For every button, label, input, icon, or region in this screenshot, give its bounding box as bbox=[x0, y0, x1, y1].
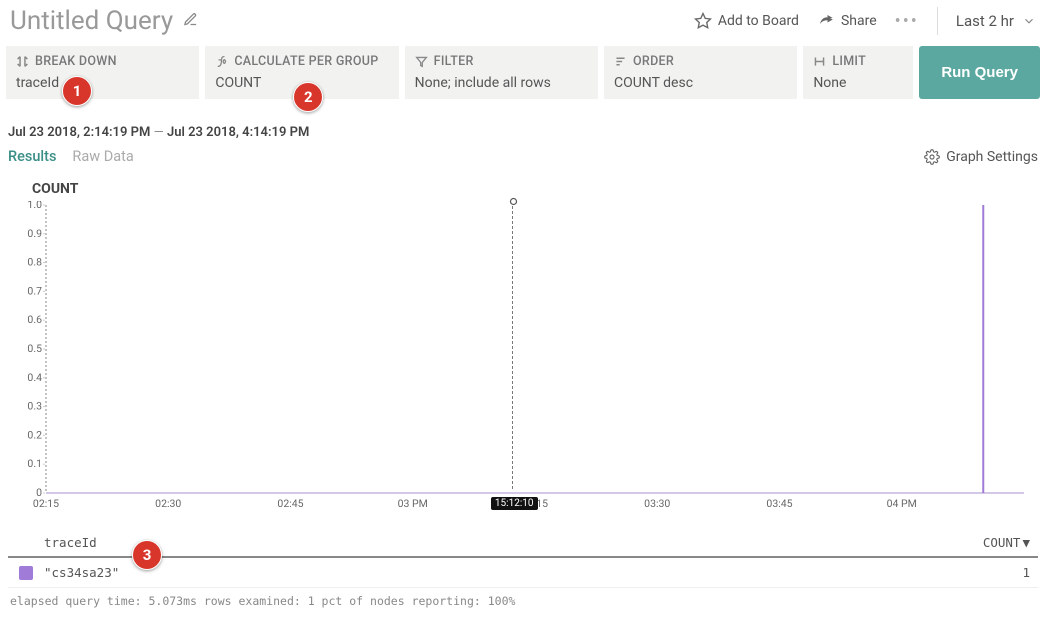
run-query-button[interactable]: Run Query bbox=[919, 46, 1040, 99]
order-clause[interactable]: ORDER COUNT desc bbox=[604, 46, 797, 99]
svg-text:0.3: 0.3 bbox=[27, 400, 42, 413]
limit-value: None bbox=[813, 75, 903, 91]
gear-icon bbox=[924, 149, 940, 165]
share-button[interactable]: Share bbox=[817, 12, 877, 30]
svg-text:0.5: 0.5 bbox=[27, 342, 42, 355]
svg-text:0.8: 0.8 bbox=[27, 256, 42, 269]
breakdown-value: traceId bbox=[16, 75, 189, 91]
filter-clause[interactable]: FILTER None; include all rows bbox=[405, 46, 598, 99]
svg-text:0.2: 0.2 bbox=[27, 428, 42, 441]
chart-cursor: 15:12:10 bbox=[512, 201, 513, 489]
count-chart[interactable]: 00.10.20.30.40.50.60.70.80.91.002:1502:3… bbox=[14, 201, 1032, 521]
svg-text:0.9: 0.9 bbox=[27, 227, 42, 240]
svg-text:0.4: 0.4 bbox=[27, 371, 42, 384]
calculate-clause[interactable]: CALCULATE PER GROUP COUNT 2 bbox=[205, 46, 398, 99]
share-icon bbox=[817, 12, 835, 30]
cursor-time-badge: 15:12:10 bbox=[491, 497, 538, 510]
svg-text:02:15: 02:15 bbox=[33, 497, 59, 510]
star-icon bbox=[694, 12, 712, 30]
svg-text:0.6: 0.6 bbox=[27, 313, 42, 326]
divider bbox=[937, 7, 938, 35]
add-to-board-button[interactable]: Add to Board bbox=[694, 12, 799, 30]
table-header-traceid[interactable]: traceId bbox=[44, 535, 958, 550]
query-stats-footer: elapsed query time: 5.073ms rows examine… bbox=[8, 588, 1038, 608]
more-actions-button[interactable]: ••• bbox=[895, 11, 919, 32]
cell-count: 1 bbox=[958, 565, 1038, 580]
sort-icon bbox=[614, 55, 627, 68]
order-value: COUNT desc bbox=[614, 75, 787, 91]
table-header-count[interactable]: COUNT▼ bbox=[958, 535, 1038, 550]
chart-title: COUNT bbox=[32, 181, 1032, 197]
svg-text:0.7: 0.7 bbox=[27, 284, 42, 297]
svg-text:02:45: 02:45 bbox=[277, 497, 303, 510]
time-range-display: Jul 23 2018, 2:14:19 PM — Jul 23 2018, 4… bbox=[0, 99, 1046, 148]
tab-results[interactable]: Results bbox=[8, 148, 56, 165]
svg-text:04 PM: 04 PM bbox=[887, 497, 917, 510]
svg-text:1.0: 1.0 bbox=[27, 201, 42, 211]
table-row[interactable]: "cs34sa23" 1 bbox=[8, 558, 1038, 588]
graph-settings-button[interactable]: Graph Settings bbox=[924, 149, 1038, 165]
svg-text:03:45: 03:45 bbox=[766, 497, 792, 510]
time-range-picker[interactable]: Last 2 hr bbox=[956, 12, 1036, 30]
page-title: Untitled Query bbox=[10, 6, 173, 36]
breakdown-icon bbox=[16, 55, 29, 68]
cell-traceid: "cs34sa23" bbox=[44, 565, 958, 580]
edit-icon[interactable] bbox=[183, 12, 198, 31]
svg-text:02:30: 02:30 bbox=[155, 497, 181, 510]
breakdown-clause[interactable]: BREAK DOWN traceId 1 bbox=[6, 46, 199, 99]
filter-value: None; include all rows bbox=[415, 75, 588, 91]
svg-text:0.1: 0.1 bbox=[27, 457, 42, 470]
limit-clause[interactable]: LIMIT None bbox=[803, 46, 913, 99]
limit-icon bbox=[813, 55, 826, 68]
annotation-badge-1: 1 bbox=[62, 76, 92, 106]
sort-desc-icon: ▼ bbox=[1022, 535, 1030, 550]
annotation-badge-3: 3 bbox=[132, 540, 162, 570]
function-icon bbox=[215, 55, 228, 68]
filter-icon bbox=[415, 55, 428, 68]
svg-text:03:30: 03:30 bbox=[644, 497, 670, 510]
svg-text:03 PM: 03 PM bbox=[398, 497, 428, 510]
table-header-row: traceId COUNT▼ bbox=[8, 529, 1038, 558]
chevron-down-icon bbox=[1022, 14, 1036, 28]
series-color-swatch bbox=[19, 566, 33, 580]
tab-raw-data[interactable]: Raw Data bbox=[72, 148, 133, 165]
